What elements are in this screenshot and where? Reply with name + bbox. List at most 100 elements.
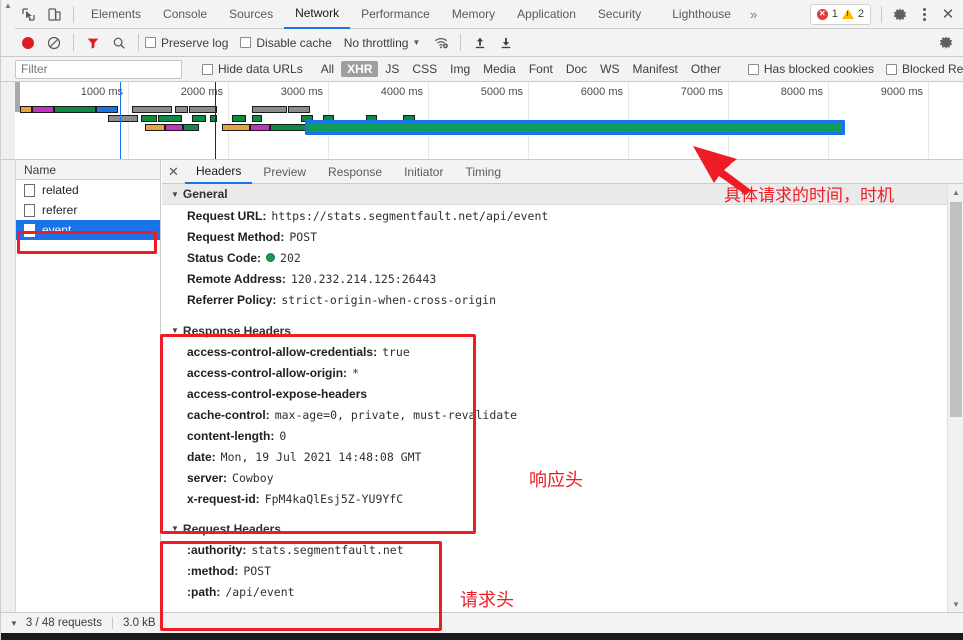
export-har-icon[interactable] — [493, 29, 519, 57]
request-header-value: /api/event — [225, 584, 295, 599]
issues-counter[interactable]: ✕ 1 2 — [809, 3, 871, 25]
filter-type-other[interactable]: Other — [685, 61, 727, 77]
close-details-icon[interactable]: ✕ — [162, 160, 185, 184]
tab-console[interactable]: Console — [152, 0, 218, 29]
response-header-value: * — [352, 365, 359, 380]
statusbar-caret-icon[interactable]: ▼ — [4, 619, 26, 628]
details-scroll-area: ▼ General Request URL: https://stats.seg… — [162, 184, 948, 612]
settings-gear-icon[interactable] — [888, 0, 912, 29]
import-har-icon[interactable] — [467, 29, 493, 57]
tab-memory[interactable]: Memory — [441, 0, 506, 29]
request-row-event[interactable]: event — [16, 220, 160, 240]
scroll-up-arrow-icon[interactable]: ▲ — [948, 184, 963, 200]
network-filterbar: Hide data URLs All XHR JS CSS Img Media … — [1, 57, 963, 82]
tab-security[interactable]: Security — [587, 0, 652, 29]
tab-network[interactable]: Network — [284, 0, 351, 29]
network-settings-gear-icon[interactable] — [934, 28, 958, 57]
scroll-down-arrow-icon[interactable]: ▼ — [948, 596, 963, 612]
request-header-key: :path: — [187, 584, 221, 599]
tab-elements[interactable]: Elements — [80, 0, 152, 29]
general-row-remote-address: Remote Address: 120.232.214.125:26443 — [162, 268, 948, 289]
filter-type-all[interactable]: All — [315, 61, 340, 77]
request-row-referer[interactable]: referer — [16, 200, 160, 220]
general-row-request-url: Request URL: https://stats.segmentfault.… — [162, 205, 948, 226]
chevron-down-icon[interactable]: ▼ — [412, 38, 420, 47]
throttling-select[interactable]: No throttling — [344, 36, 409, 50]
filter-type-img[interactable]: Img — [444, 61, 476, 77]
filter-type-manifest[interactable]: Manifest — [627, 61, 684, 77]
close-devtools-icon[interactable]: ✕ — [936, 0, 960, 29]
disable-cache-label: Disable cache — [256, 35, 332, 50]
record-button[interactable] — [15, 29, 41, 57]
response-header-key: date: — [187, 449, 216, 464]
overview-request-bar — [132, 106, 172, 113]
has-blocked-cookies-checkbox[interactable]: Has blocked cookies — [747, 62, 874, 76]
more-tabs-label: » — [749, 6, 758, 22]
inspect-element-icon[interactable] — [15, 0, 41, 29]
request-type-icon — [24, 203, 35, 217]
filter-button[interactable] — [80, 29, 106, 57]
network-conditions-icon[interactable] — [428, 29, 454, 57]
search-button[interactable] — [106, 29, 132, 57]
details-tab-preview[interactable]: Preview — [252, 160, 317, 184]
general-key: Request Method: — [187, 229, 285, 244]
overview-tick-label: 9000 ms — [880, 86, 923, 98]
filter-input[interactable] — [15, 59, 182, 79]
overview-selected-request-fill — [308, 123, 842, 132]
hide-data-urls-checkbox[interactable]: Hide data URLs — [202, 62, 303, 76]
overview-request-bar — [232, 115, 246, 122]
request-row-label: related — [42, 183, 79, 197]
network-overview[interactable]: 1000 ms 2000 ms 3000 ms 4000 ms 5000 ms 6000 … — [1, 82, 963, 160]
section-response-headers-header[interactable]: ▼ Response Headers — [162, 320, 948, 341]
response-header-row: access-control-expose-headers — [162, 383, 948, 404]
preserve-log-label: Preserve log — [161, 35, 229, 50]
section-request-headers-header[interactable]: ▼ Request Headers — [162, 518, 948, 539]
tab-application-label: Application — [517, 7, 576, 21]
blocked-requests-checkbox[interactable]: Blocked Requests — [885, 62, 963, 76]
filter-type-css[interactable]: CSS — [406, 61, 443, 77]
general-row-referrer-policy: Referrer Policy: strict-origin-when-cros… — [162, 289, 948, 310]
response-header-key: access-control-allow-origin: — [187, 365, 348, 380]
request-header-value: stats.segmentfault.net — [251, 542, 404, 557]
details-tab-timing[interactable]: Timing — [454, 160, 512, 184]
request-header-row: :authority: stats.segmentfault.net — [162, 539, 948, 560]
filter-type-js[interactable]: JS — [379, 61, 405, 77]
general-value: 120.232.214.125:26443 — [290, 271, 437, 286]
response-header-row: access-control-allow-credentials: true — [162, 341, 948, 362]
tab-lighthouse[interactable]: Lighthouse — [652, 0, 742, 29]
tab-application[interactable]: Application — [506, 0, 587, 29]
details-tab-initiator[interactable]: Initiator — [393, 160, 454, 184]
overview-request-bar — [141, 115, 157, 122]
more-tabs-chevron-icon[interactable]: » — [742, 7, 765, 22]
response-header-row: access-control-allow-origin: * — [162, 362, 948, 383]
filter-type-doc[interactable]: Doc — [560, 61, 593, 77]
clear-button[interactable] — [41, 29, 67, 57]
tab-performance[interactable]: Performance — [350, 0, 441, 29]
request-row-related[interactable]: related — [16, 180, 160, 200]
tab-sources[interactable]: Sources — [218, 0, 284, 29]
filter-type-xhr[interactable]: XHR — [341, 61, 379, 77]
kebab-menu-icon[interactable] — [912, 0, 936, 29]
annotation-text-response: 响应头 — [529, 470, 583, 491]
filter-type-font[interactable]: Font — [523, 61, 559, 77]
details-tab-headers-label: Headers — [196, 163, 242, 178]
overview-request-bar — [250, 124, 270, 131]
preserve-log-checkbox[interactable]: Preserve log — [145, 36, 228, 50]
filter-type-media[interactable]: Media — [477, 61, 522, 77]
disable-cache-checkbox[interactable]: Disable cache — [240, 35, 332, 50]
request-list-gutter — [1, 160, 16, 612]
scrollbar-thumb[interactable] — [950, 202, 962, 417]
overview-timeline-canvas[interactable]: 1000 ms 2000 ms 3000 ms 4000 ms 5000 ms 6000 … — [20, 82, 963, 159]
details-tab-response[interactable]: Response — [317, 160, 393, 184]
response-header-value: FpM4kaQlEsj5Z-YU9YfC — [264, 491, 404, 506]
tab-console-label: Console — [163, 7, 208, 21]
device-toolbar-icon[interactable] — [41, 0, 67, 29]
details-tab-headers[interactable]: Headers — [185, 160, 253, 184]
details-scrollbar[interactable]: ▲ ▼ — [947, 184, 963, 612]
filter-type-ws[interactable]: WS — [594, 61, 625, 77]
annotation-text-timing: 具体请求的时间，时机 — [724, 186, 894, 206]
response-header-value: Mon, 19 Jul 2021 14:48:08 GMT — [220, 449, 422, 464]
tab-memory-label: Memory — [451, 7, 496, 21]
warning-count: 2 — [857, 8, 864, 20]
collapse-caret-icon[interactable]: ▲ — [4, 1, 12, 10]
